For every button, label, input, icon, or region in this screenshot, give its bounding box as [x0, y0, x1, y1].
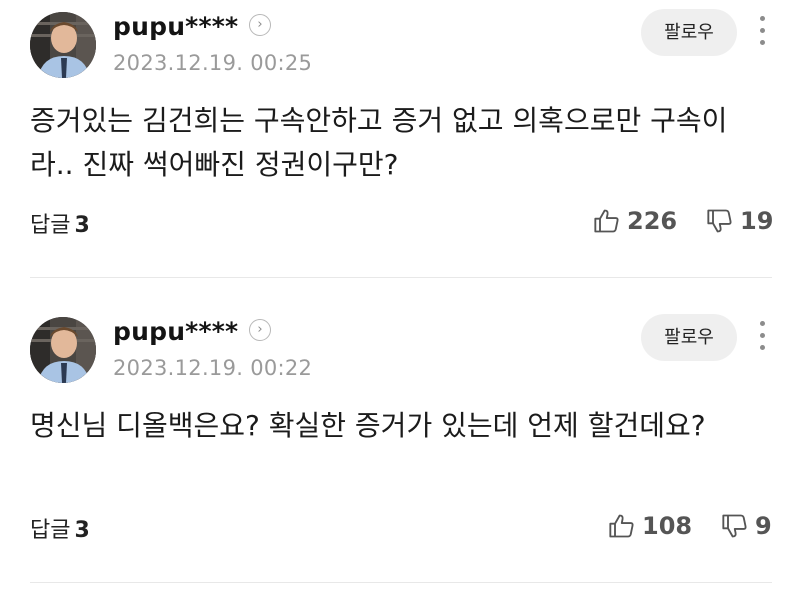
dislike-button[interactable]: 19	[706, 203, 773, 239]
comment-item: pupu**** › 2023.12.19. 00:25 팔로우 증거있는 김건…	[0, 0, 800, 305]
thumbs-up-icon	[609, 514, 634, 538]
comment-text: 명신님 디올백은요? 확실한 증거가 있는데 언제 할건데요?	[30, 409, 706, 442]
like-button[interactable]: 108	[608, 508, 692, 544]
avatar[interactable]	[30, 317, 96, 383]
avatar[interactable]	[30, 12, 96, 78]
comment-text: 증거있는 김건희는 구속안하고 증거 없고 의혹으로만 구속이라.. 진짜 썩어…	[30, 104, 728, 181]
chevron-right-icon[interactable]: ›	[249, 14, 271, 36]
comment-feed: pupu**** › 2023.12.19. 00:25 팔로우 증거있는 김건…	[0, 0, 800, 600]
chevron-right-icon[interactable]: ›	[249, 319, 271, 341]
reply-button[interactable]: 답글 3	[30, 207, 90, 239]
more-options-icon[interactable]	[754, 14, 772, 48]
reply-count: 3	[74, 213, 90, 238]
username[interactable]: pupu****	[113, 317, 238, 346]
avatar-image	[30, 12, 96, 78]
username[interactable]: pupu****	[113, 12, 238, 41]
dislike-count: 19	[740, 207, 774, 235]
avatar-image	[30, 317, 96, 383]
comment-divider	[30, 582, 772, 583]
comment-item: pupu**** › 2023.12.19. 00:22 팔로우 명신님 디올백…	[0, 305, 800, 600]
timestamp: 2023.12.19. 00:22	[113, 356, 313, 380]
like-button[interactable]: 226	[593, 203, 677, 239]
more-options-icon[interactable]	[754, 319, 772, 353]
thumbs-down-icon	[722, 514, 747, 538]
thumbs-down-icon	[707, 209, 732, 233]
timestamp: 2023.12.19. 00:25	[113, 51, 313, 75]
dislike-count: 9	[755, 512, 772, 540]
follow-button[interactable]: 팔로우	[641, 314, 737, 361]
thumbs-up-icon	[594, 209, 619, 233]
like-count: 226	[627, 207, 678, 235]
comment-divider	[30, 277, 772, 278]
reply-label: 답글	[30, 213, 71, 238]
like-count: 108	[642, 512, 693, 540]
follow-button[interactable]: 팔로우	[641, 9, 737, 56]
reply-label: 답글	[30, 518, 71, 543]
reply-count: 3	[74, 518, 90, 543]
reply-button[interactable]: 답글 3	[30, 512, 90, 544]
dislike-button[interactable]: 9	[721, 508, 772, 544]
